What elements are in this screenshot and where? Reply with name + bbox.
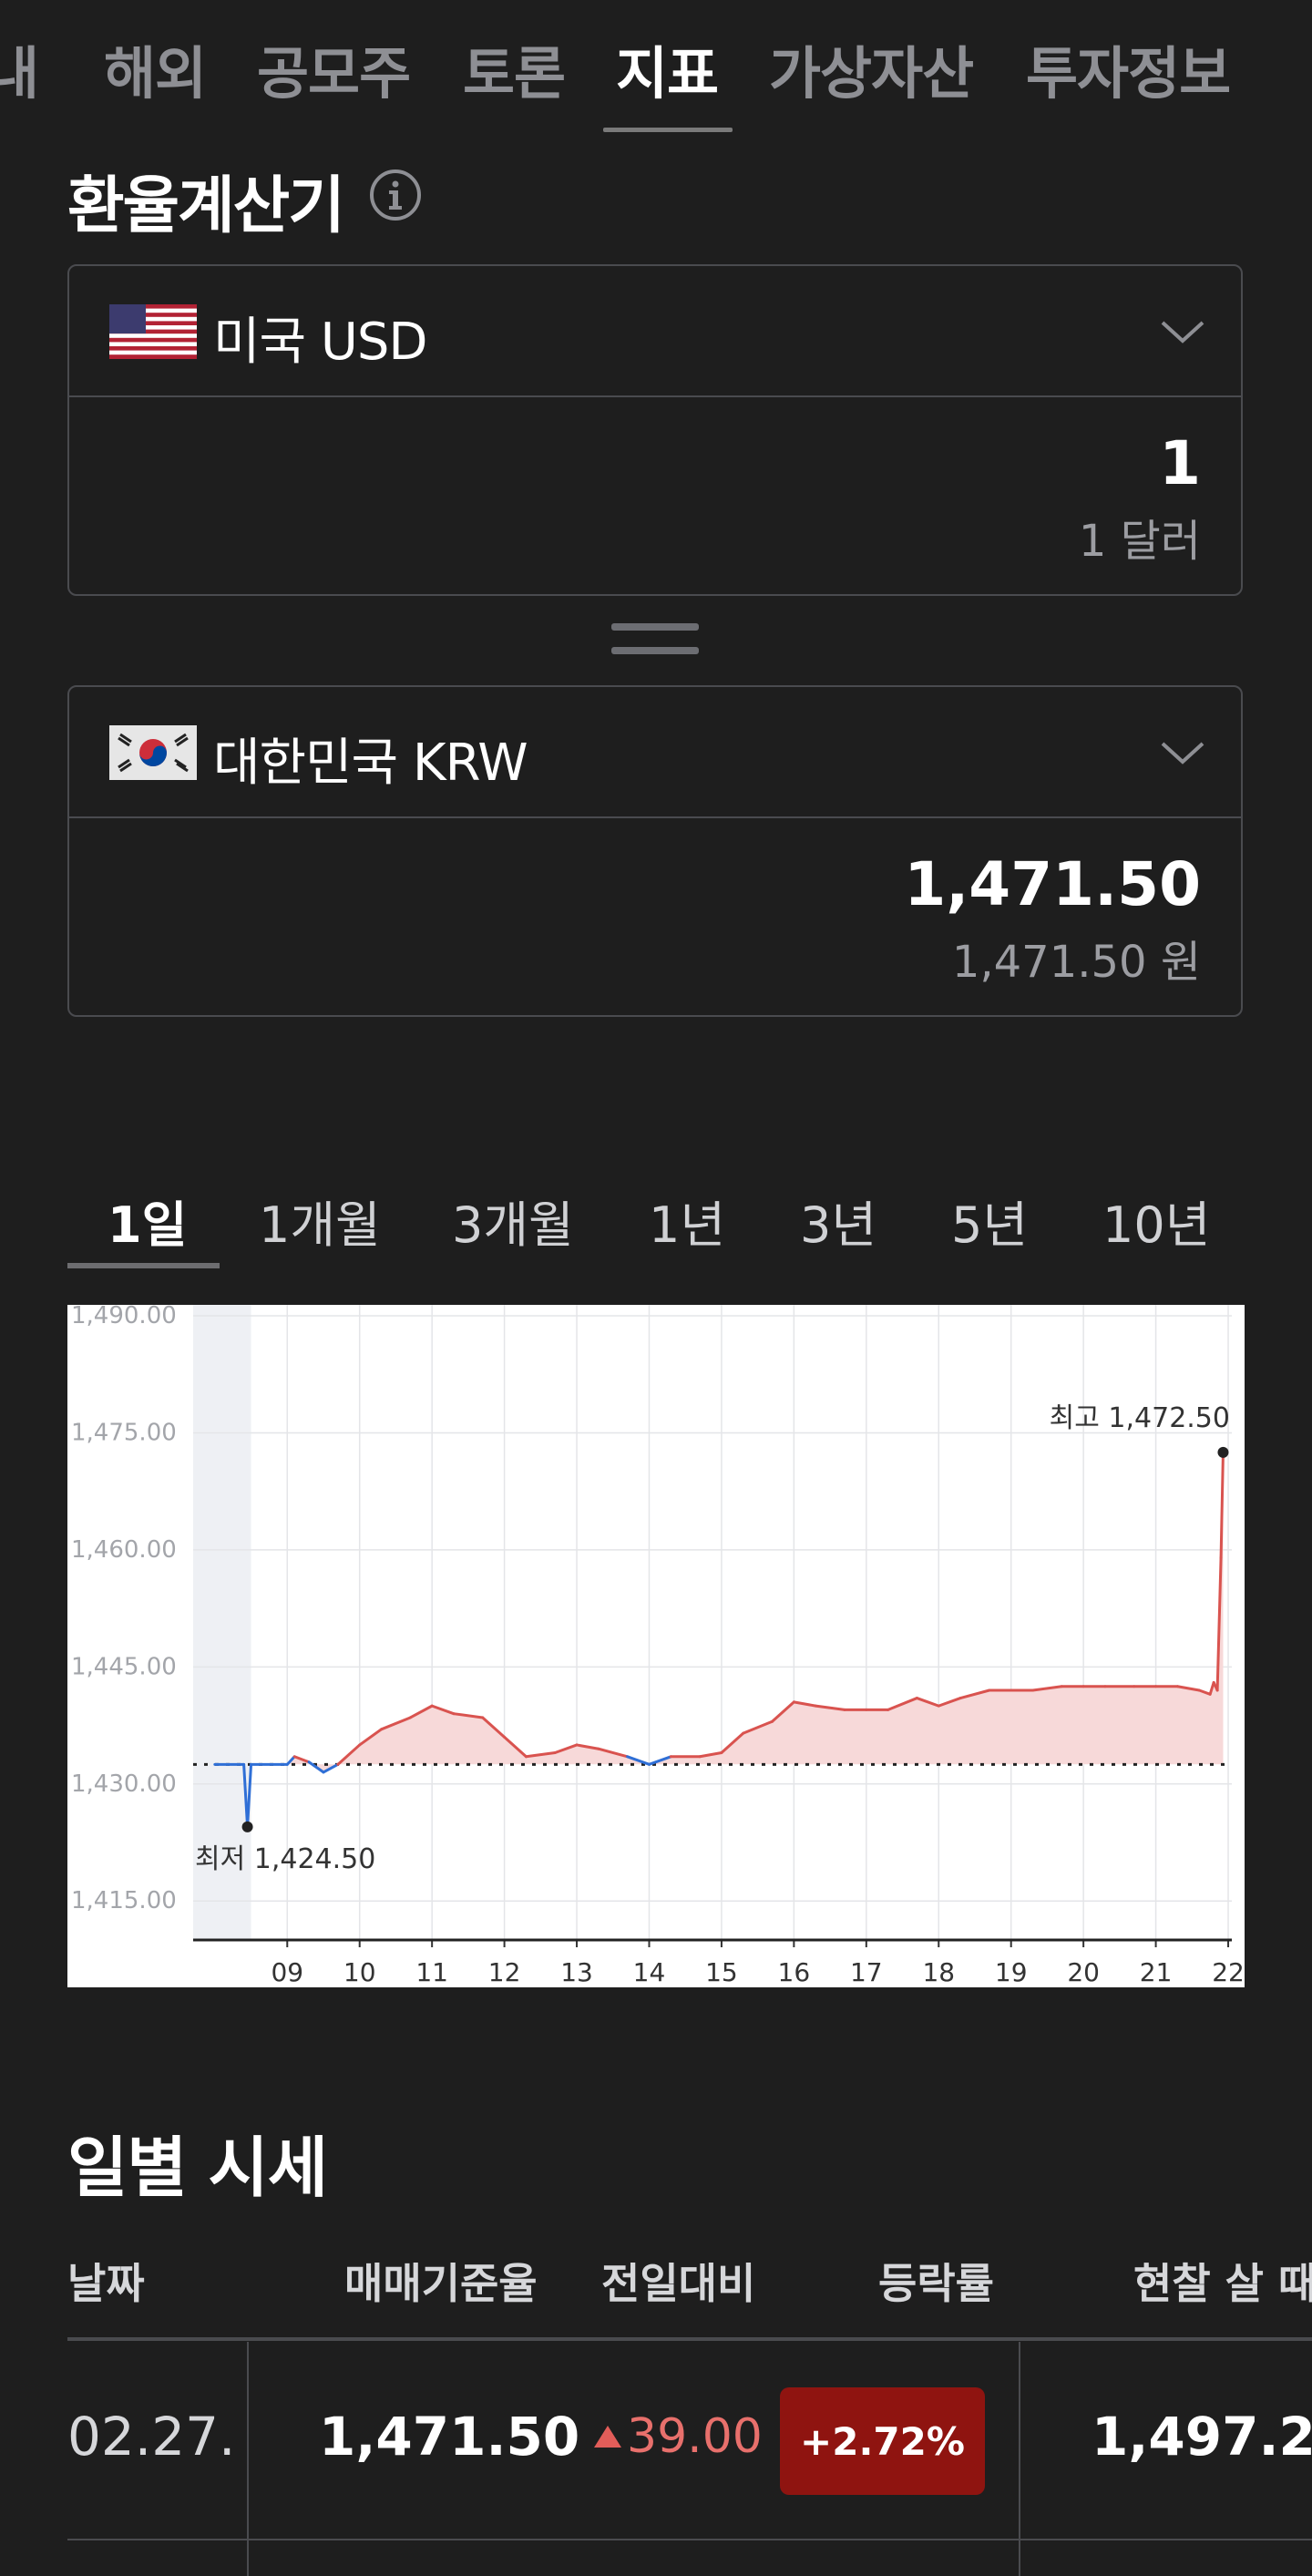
table-row[interactable]: 02.27. 1,471.50 39.00 1,497.25	[0, 2342, 1312, 2540]
kr-flag-icon	[109, 725, 197, 780]
exchange-rate-chart[interactable]: 1,490.00 1,475.00 1,460.00 1,445.00 1,430.00…	[67, 1305, 1245, 1987]
x-tick-label: 21	[1140, 1957, 1173, 1987]
high-label: 최고 1,472.50	[1050, 1402, 1230, 1434]
period-tab-3m[interactable]: 3개월	[452, 1185, 574, 1257]
header-cash-buy: 현찰 살 때	[1133, 2259, 1312, 2308]
high-marker	[1217, 1446, 1229, 1458]
active-tab-indicator	[603, 128, 733, 132]
x-tick-label: 10	[343, 1957, 376, 1987]
chevron-down-icon[interactable]	[1159, 738, 1206, 767]
x-tick-label: 14	[633, 1957, 666, 1987]
header-date: 날짜	[67, 2259, 145, 2308]
from-amount-input[interactable]: 1	[1159, 428, 1201, 498]
from-currency-select[interactable]: 미국 USD	[69, 266, 1241, 397]
chart-svg: 1,490.00 1,475.00 1,460.00 1,445.00 1,430.00…	[71, 1305, 1245, 1987]
active-period-indicator	[67, 1263, 220, 1268]
x-tick-label: 09	[271, 1957, 303, 1987]
from-currency-box: 미국 USD 1 1 달러	[67, 264, 1243, 596]
x-tick-label: 18	[922, 1957, 955, 1987]
low-label: 최저 1,424.50	[195, 1843, 375, 1875]
to-currency-name: 대한민국 KRW	[213, 734, 528, 793]
equals-icon	[611, 623, 699, 654]
y-tick-label: 1,490.00	[71, 1305, 177, 1329]
x-tick-label: 16	[778, 1957, 811, 1987]
top-tab-bar: 내 해외 공모주 토론 지표 가상자산 투자정보	[0, 0, 1312, 137]
row-change: 39.00	[627, 2409, 763, 2464]
to-amount-words: 1,471.50 원	[951, 937, 1201, 988]
low-marker	[241, 1821, 253, 1832]
x-tick-label: 20	[1067, 1957, 1100, 1987]
row-date: 02.27.	[67, 2406, 236, 2468]
x-tick-label: 11	[415, 1957, 448, 1987]
y-tick-label: 1,445.00	[71, 1653, 177, 1680]
row-cash-buy: 1,497.25	[1092, 2406, 1312, 2468]
y-tick-label: 1,460.00	[71, 1536, 177, 1564]
period-tab-5y[interactable]: 5년	[951, 1185, 1028, 1257]
row-base-rate: 1,471.50	[319, 2406, 580, 2468]
to-currency-select[interactable]: 대한민국 KRW	[69, 687, 1241, 818]
daily-prices-title: 일별 시세	[67, 2130, 328, 2206]
daily-table-header: 날짜 매매기준율 전일대비 등락률 현찰 살 때	[0, 2251, 1312, 2324]
x-tick-label: 12	[488, 1957, 521, 1987]
to-amount-value: 1,471.50	[904, 849, 1201, 919]
y-tick-label: 1,430.00	[71, 1770, 177, 1798]
to-currency-box: 대한민국 KRW 1,471.50 1,471.50 원	[67, 685, 1243, 1017]
header-change-rate: 등락률	[878, 2259, 994, 2308]
period-tab-1m[interactable]: 1개월	[259, 1185, 381, 1257]
column-divider	[1019, 2342, 1020, 2576]
chevron-down-icon[interactable]	[1159, 317, 1206, 346]
header-change: 전일대비	[601, 2259, 756, 2308]
header-base-rate: 매매기준율	[344, 2259, 538, 2308]
x-tick-label: 15	[705, 1957, 738, 1987]
tab-crypto[interactable]: 가상자산	[769, 27, 974, 109]
x-tick-label: 17	[850, 1957, 883, 1987]
x-tick-label: 22	[1212, 1957, 1245, 1987]
x-tick-label: 13	[560, 1957, 593, 1987]
period-tab-1d[interactable]: 1일	[108, 1185, 187, 1257]
period-tab-10y[interactable]: 10년	[1102, 1185, 1210, 1257]
column-divider	[247, 2342, 249, 2576]
period-tab-3y[interactable]: 3년	[800, 1185, 876, 1257]
us-flag-icon	[109, 304, 197, 359]
up-triangle-icon	[594, 2426, 621, 2448]
y-tick-label: 1,475.00	[71, 1419, 177, 1446]
x-tick-label: 19	[995, 1957, 1028, 1987]
y-tick-label: 1,415.00	[71, 1887, 177, 1914]
change-rate-badge: +2.72%	[780, 2387, 985, 2495]
table-row-divider	[67, 2539, 1312, 2540]
from-currency-name: 미국 USD	[213, 313, 427, 372]
tab-discussion[interactable]: 토론	[463, 27, 566, 109]
calculator-title: 환율계산기	[67, 170, 345, 242]
tab-ipo[interactable]: 공모주	[257, 27, 411, 109]
from-amount-words: 1 달러	[1078, 516, 1201, 567]
tab-investment-info[interactable]: 투자정보	[1026, 27, 1231, 109]
info-icon[interactable]	[369, 169, 422, 221]
period-tabs: 1일 1개월 3개월 1년 3년 5년 10년	[67, 1175, 1243, 1270]
tab-overseas[interactable]: 해외	[104, 27, 207, 109]
period-tab-1y[interactable]: 1년	[649, 1185, 725, 1257]
tab-indicators[interactable]: 지표	[616, 27, 719, 109]
table-header-divider	[67, 2337, 1312, 2341]
tab-domestic[interactable]: 내	[0, 27, 39, 109]
